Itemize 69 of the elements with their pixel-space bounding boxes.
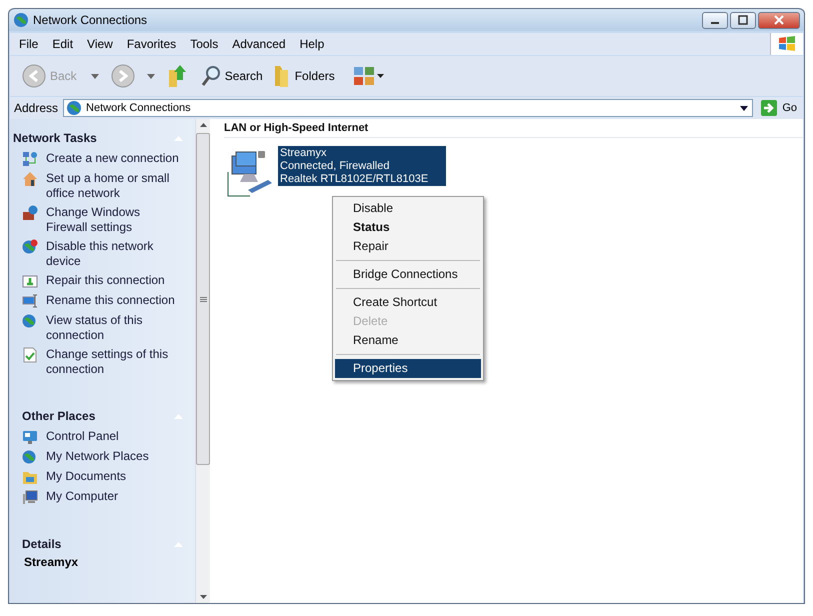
section-title: Network Tasks [13,131,97,145]
task-link[interactable]: Create a new connection [46,151,180,166]
dropdown-arrow-icon[interactable] [740,106,748,110]
menu-item[interactable]: Favorites [120,37,184,51]
section-title: Other Places [21,409,96,423]
section-title: Details [21,537,62,551]
task-link[interactable]: View status of this connection [46,313,180,343]
task-link[interactable]: Change Windows Firewall settings [46,205,180,235]
globe-icon [22,313,38,329]
connection-label[interactable]: Streamyx Connected, Firewalled Realtek RTL8102E/RTL8103E [278,146,446,186]
scroll-thumb[interactable] [196,133,210,465]
forward-button[interactable] [110,64,135,88]
menu-item[interactable]: Tools [183,37,226,51]
go-button[interactable]: Go [756,99,801,117]
address-field[interactable]: Network Connections [63,99,754,117]
folder-up-icon[interactable] [166,64,189,88]
firewall-icon [22,205,38,221]
scroll-up-icon[interactable] [200,123,206,127]
monitor-icon [22,429,38,445]
network-icon [22,151,38,167]
menu-item[interactable]: Edit [45,37,80,51]
computer-icon [22,489,38,505]
menu-item[interactable]: Repair [335,237,481,256]
close-button[interactable] [758,12,800,28]
task-link[interactable]: Change settings of this connection [46,347,180,377]
menu-item[interactable]: Advanced [225,37,293,51]
menu-item[interactable]: Properties [335,359,481,378]
task-link[interactable]: Rename this connection [46,293,180,308]
menu-item[interactable]: Rename [335,331,481,350]
folder-icon [22,469,38,485]
rename-icon [22,293,38,309]
close-icon [774,15,784,25]
menu-item[interactable]: Status [335,218,481,237]
task-link[interactable]: Disable this network device [46,239,180,269]
document-icon [22,347,38,363]
task-link[interactable]: My Computer [46,489,180,504]
task-link[interactable]: My Documents [46,469,180,484]
group-heading: LAN or High-Speed Internet [224,122,803,138]
menu-item[interactable]: View [80,37,120,51]
scrollbar[interactable] [195,119,210,603]
window-title: Network Connections [33,13,148,27]
repair-icon [22,273,38,289]
search-icon [200,65,221,87]
task-link[interactable]: Repair this connection [46,273,180,288]
maximize-button[interactable] [730,12,756,28]
folder-icon [272,64,291,88]
folders-button[interactable]: Folders [270,64,337,88]
globe-icon [22,449,38,465]
menu-item[interactable]: Bridge Connections [335,265,481,284]
menu-item[interactable]: Help [292,37,332,51]
minimize-icon [711,22,719,24]
menu-item[interactable]: Create Shortcut [335,293,481,312]
menu-item[interactable]: File [12,37,46,51]
globe-icon [22,239,38,255]
minimize-button[interactable] [702,12,728,28]
menu-item[interactable]: Disable [335,199,481,218]
globe-icon [66,100,82,116]
globe-icon [13,12,29,28]
task-link[interactable]: My Network Places [46,449,180,464]
house-icon [22,171,38,187]
windows-logo [770,33,803,55]
task-link[interactable]: Control Panel [46,429,180,444]
details-title: Streamyx [23,555,80,569]
maximize-icon [738,15,748,25]
search-button[interactable]: Search [198,65,265,87]
address-label: Address [13,101,60,115]
scroll-down-icon[interactable] [200,595,206,599]
task-link[interactable]: Set up a home or small office network [46,171,180,201]
views-icon [352,66,385,86]
